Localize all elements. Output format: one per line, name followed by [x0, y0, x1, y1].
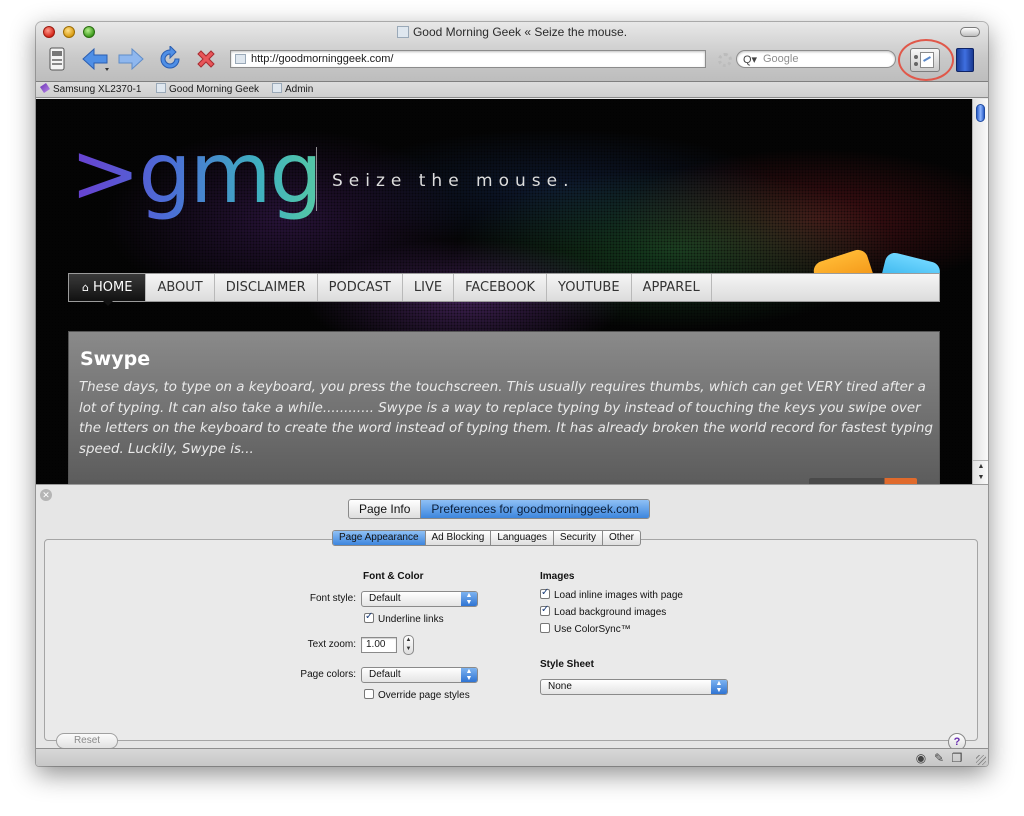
toolbar-toggle-button[interactable] — [960, 27, 980, 37]
page-icon — [272, 83, 282, 93]
tab-languages[interactable]: Languages — [491, 531, 554, 545]
nav-item-about[interactable]: ABOUT — [146, 274, 215, 301]
tab-ad-blocking[interactable]: Ad Blocking — [426, 531, 492, 545]
scroll-arrows[interactable]: ▲ ▼ — [973, 460, 988, 484]
stop-button[interactable] — [192, 46, 220, 72]
gem-icon — [40, 83, 50, 93]
page-stack-icon[interactable]: ❐ — [950, 751, 964, 765]
font-style-label: Font style: — [309, 593, 356, 604]
panel-tabs: Page Info Preferences for goodmorninggee… — [348, 499, 650, 519]
close-panel-icon[interactable]: ✕ — [40, 489, 52, 501]
nav-item-home[interactable]: ⌂ HOME — [69, 274, 147, 306]
tab-security[interactable]: Security — [554, 531, 603, 545]
page-inspector-button[interactable] — [910, 48, 940, 72]
site-favicon-icon — [396, 26, 409, 38]
featured-post: Swype These days, to type on a keyboard,… — [68, 331, 940, 484]
home-icon: ⌂ — [82, 281, 89, 294]
resize-grip-icon[interactable] — [976, 755, 986, 765]
checkbox-unchecked-icon — [364, 689, 374, 699]
status-circle-icon[interactable]: ◉ — [914, 751, 928, 765]
font-style-select[interactable]: Default ▲ ▼ — [361, 591, 478, 607]
sidebar-button[interactable] — [48, 46, 66, 72]
bookmarks-bar: Samsung XL2370-1 Good Morning Geek Admin — [36, 82, 988, 98]
edit-pencil-icon[interactable]: ✎ — [932, 751, 946, 765]
font-color-heading: Font & Color — [363, 571, 424, 582]
reload-button[interactable] — [156, 46, 184, 72]
select-arrows-icon: ▲ ▼ — [461, 668, 477, 682]
forward-button[interactable] — [116, 46, 146, 72]
checkbox-checked-icon — [364, 611, 374, 623]
checkbox-unchecked-icon — [540, 623, 550, 633]
bookmark-item[interactable]: Admin — [272, 83, 313, 97]
override-page-styles-checkbox[interactable]: Override page styles — [364, 689, 470, 702]
tab-preferences[interactable]: Preferences for goodmorninggeek.com — [421, 500, 649, 518]
url-favicon-icon — [235, 54, 246, 64]
nav-item-podcast[interactable]: PODCAST — [318, 274, 403, 301]
tab-page-info[interactable]: Page Info — [349, 500, 422, 518]
sidebar-icon — [49, 47, 65, 71]
search-input[interactable]: Q▾ Google — [736, 50, 896, 68]
text-zoom-label: Text zoom: — [307, 639, 356, 650]
back-arrow-icon — [82, 47, 109, 71]
post-excerpt: These days, to type on a keyboard, you p… — [79, 380, 933, 457]
nav-item-facebook[interactable]: FACEBOOK — [454, 274, 547, 301]
page-colors-label: Page colors: — [300, 669, 356, 680]
browser-window: Good Morning Geek « Seize the mouse. htt… — [36, 22, 988, 766]
bookmark-item[interactable]: Good Morning Geek — [156, 83, 259, 97]
nav-item-disclaimer[interactable]: DISCLAIMER — [215, 274, 318, 301]
nav-item-youtube[interactable]: YOUTUBE — [547, 274, 632, 301]
post-title[interactable]: Swype — [80, 348, 150, 370]
vertical-scrollbar[interactable]: ▲ ▼ — [972, 99, 988, 484]
reload-icon — [160, 46, 180, 69]
text-zoom-stepper[interactable]: ▲ ▼ — [403, 635, 414, 655]
stop-x-icon — [197, 50, 215, 68]
tab-other[interactable]: Other — [603, 531, 640, 545]
use-colorsync-checkbox[interactable]: Use ColorSync™ — [540, 623, 631, 636]
text-zoom-field[interactable]: 1.00 — [361, 637, 397, 653]
reset-button[interactable]: Reset — [56, 733, 118, 749]
window-title: Good Morning Geek « Seize the mouse. — [36, 25, 988, 39]
bookmarks-book-icon[interactable] — [956, 48, 974, 72]
page-icon — [156, 83, 166, 93]
status-bar: ◉ ✎ ❐ — [36, 748, 988, 766]
web-viewport: >gmg Seize the mouse. ⌂ HOME ABOUT DISCLA… — [36, 99, 972, 484]
toolbar: Good Morning Geek « Seize the mouse. htt… — [36, 22, 988, 82]
site-preferences-panel: ✕ Page Info Preferences for goodmorningg… — [36, 484, 988, 766]
forward-arrow-icon — [118, 47, 144, 71]
site-nav: ⌂ HOME ABOUT DISCLAIMER PODCAST LIVE FACE… — [68, 273, 940, 306]
select-arrows-icon: ▲ ▼ — [711, 680, 727, 694]
load-background-images-checkbox[interactable]: Load background images — [540, 604, 666, 619]
nav-item-apparel[interactable]: APPAREL — [632, 274, 712, 301]
checkbox-checked-icon — [540, 587, 550, 599]
style-sheet-select[interactable]: None ▲ ▼ — [540, 679, 728, 695]
images-heading: Images — [540, 571, 575, 582]
underline-links-checkbox[interactable]: Underline links — [364, 611, 444, 626]
bookmark-item[interactable]: Samsung XL2370-1 — [40, 83, 141, 97]
preference-subtabs: Page Appearance Ad Blocking Languages Se… — [332, 530, 641, 546]
nav-item-live[interactable]: LIVE — [403, 274, 455, 301]
scrollbar-thumb[interactable] — [976, 104, 985, 122]
site-logo[interactable]: >gmg — [70, 125, 323, 221]
tab-page-appearance[interactable]: Page Appearance — [333, 531, 426, 545]
page-info-icon — [920, 52, 934, 68]
checkbox-checked-icon — [540, 604, 550, 616]
site-tagline: Seize the mouse. — [332, 171, 575, 191]
search-magnifier-icon: Q▾ — [743, 54, 758, 66]
select-arrows-icon: ▲ ▼ — [461, 592, 477, 606]
loading-spinner-icon — [718, 53, 732, 67]
back-button[interactable] — [80, 46, 112, 72]
logo-divider — [316, 147, 317, 211]
page-colors-select[interactable]: Default ▲ ▼ — [361, 667, 478, 683]
style-sheet-heading: Style Sheet — [540, 659, 594, 670]
address-bar[interactable]: http://goodmorninggeek.com/ — [230, 50, 706, 68]
load-inline-images-checkbox[interactable]: Load inline images with page — [540, 587, 683, 602]
preferences-pane — [44, 539, 978, 741]
